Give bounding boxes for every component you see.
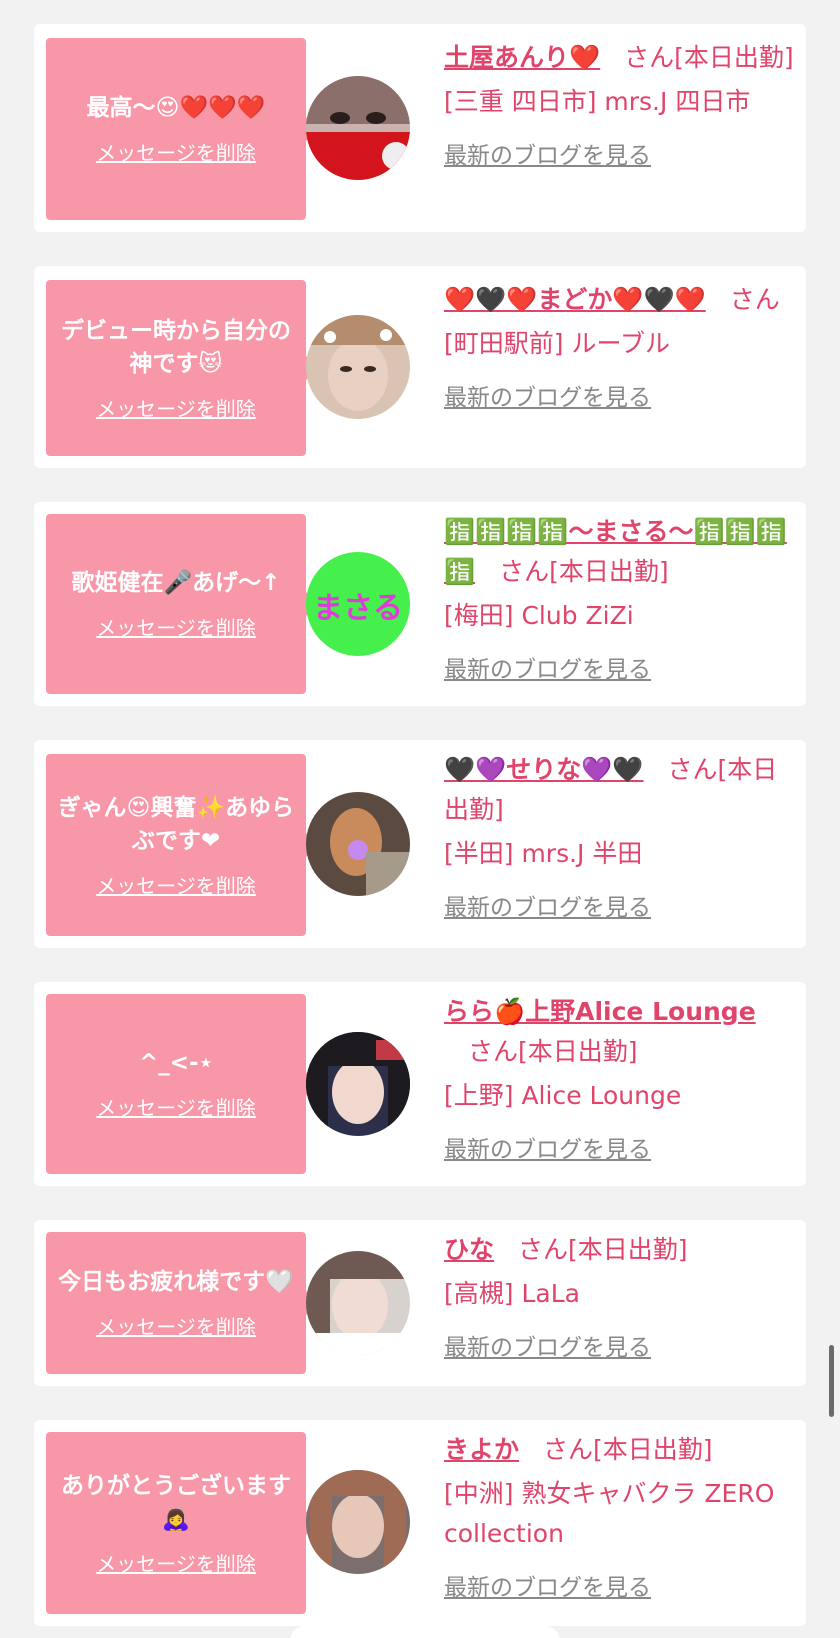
cast-line: 土屋あんり❤️ さん[本日出勤] xyxy=(444,38,798,78)
message-list: 最高〜😍❤️❤️❤️ メッセージを削除 土屋あんり❤️ さん[本日出勤] [三重 … xyxy=(0,0,840,1638)
message-text: ^_<-⋆ xyxy=(139,1050,213,1076)
work-status: [本日出勤] xyxy=(549,557,669,586)
message-text: ぎゃん😍興奮✨あゆらぶです❤ xyxy=(57,794,295,854)
cast-info: きよか さん[本日出勤] [中洲] 熟女キャバクラ ZERO collection… xyxy=(444,1430,798,1602)
message-bubble: デビュー時から自分の神です😻 メッセージを削除 xyxy=(46,280,318,456)
cast-name-link[interactable]: 🖤💜せりな💜🖤 xyxy=(444,755,644,784)
latest-blog-link[interactable]: 最新のブログを見る xyxy=(444,1568,651,1602)
shop-info: [梅田] Club ZiZi xyxy=(444,601,634,630)
message-card: 歌姫健在🎤あげ〜↑ メッセージを削除 まさる 🈯🈯🈯🈯〜まさる〜🈯🈯🈯🈯 さん[本… xyxy=(34,502,806,706)
san-label: さん xyxy=(468,1037,519,1066)
san-label: さん xyxy=(518,1235,569,1264)
cast-line: ❤️🖤❤️まどか❤️🖤❤️ さん xyxy=(444,280,798,320)
san-label: さん xyxy=(499,557,550,586)
cast-avatar[interactable] xyxy=(306,1470,410,1574)
message-card: ありがとうございます🙇‍♀️ メッセージを削除 きよか さん[本日出勤] [中洲]… xyxy=(34,1420,806,1626)
scrollbar[interactable] xyxy=(829,1345,834,1417)
cast-name-link[interactable]: ひな xyxy=(444,1235,494,1264)
latest-blog-link[interactable]: 最新のブログを見る xyxy=(444,1328,651,1362)
work-status: [本日出勤] xyxy=(593,1435,713,1464)
cast-line: 🖤💜せりな💜🖤 さん[本日出勤] xyxy=(444,750,798,830)
latest-blog-link[interactable]: 最新のブログを見る xyxy=(444,888,651,922)
cast-avatar[interactable] xyxy=(306,792,410,896)
cast-line: らら🍎上野Alice Lounge さん[本日出勤] xyxy=(444,992,798,1072)
cast-name-link[interactable]: 土屋あんり❤️ xyxy=(444,43,600,72)
message-bubble: 今日もお疲れ様です🤍 メッセージを削除 xyxy=(46,1232,318,1374)
work-status: [本日出勤] xyxy=(568,1235,688,1264)
shop-info: [高槻] LaLa xyxy=(444,1279,580,1308)
message-card: ^_<-⋆ メッセージを削除 らら🍎上野Alice Lounge さん[本日出勤]… xyxy=(34,982,806,1186)
cast-info: 🖤💜せりな💜🖤 さん[本日出勤] [半田] mrs.J 半田 最新のブログを見る xyxy=(444,750,798,922)
delete-message-link[interactable]: メッセージを削除 xyxy=(96,137,256,166)
shop-info: [中洲] 熟女キャバクラ ZERO collection xyxy=(444,1479,775,1548)
message-text: 今日もお疲れ様です🤍 xyxy=(58,1269,294,1295)
cast-avatar[interactable] xyxy=(306,1251,410,1355)
cast-line: ひな さん[本日出勤] xyxy=(444,1230,798,1270)
message-bubble: ^_<-⋆ メッセージを削除 xyxy=(46,994,318,1174)
message-bubble: 歌姫健在🎤あげ〜↑ メッセージを削除 xyxy=(46,514,318,694)
san-label: さん xyxy=(667,755,718,784)
bottom-bar-edge xyxy=(290,1626,560,1638)
message-card: 今日もお疲れ様です🤍 メッセージを削除 ひな さん[本日出勤] [高槻] LaLa… xyxy=(34,1220,806,1386)
message-text: ありがとうございます🙇‍♀️ xyxy=(61,1472,291,1532)
cast-info: ひな さん[本日出勤] [高槻] LaLa 最新のブログを見る xyxy=(444,1230,798,1362)
cast-info: らら🍎上野Alice Lounge さん[本日出勤] [上野] Alice Lou… xyxy=(444,992,798,1164)
cast-avatar[interactable] xyxy=(306,315,410,419)
shop-info: [三重 四日市] mrs.J 四日市 xyxy=(444,87,751,116)
shop-info: [半田] mrs.J 半田 xyxy=(444,839,643,868)
san-label: さん xyxy=(543,1435,594,1464)
message-card: ぎゃん😍興奮✨あゆらぶです❤ メッセージを削除 🖤💜せりな💜🖤 さん[本日出勤] … xyxy=(34,740,806,948)
cast-avatar[interactable] xyxy=(306,1032,410,1136)
delete-message-link[interactable]: メッセージを削除 xyxy=(96,870,256,899)
latest-blog-link[interactable]: 最新のブログを見る xyxy=(444,1130,651,1164)
cast-line: きよか さん[本日出勤] xyxy=(444,1430,798,1470)
delete-message-link[interactable]: メッセージを削除 xyxy=(96,612,256,641)
cast-name-link[interactable]: ❤️🖤❤️まどか❤️🖤❤️ xyxy=(444,285,706,314)
message-card: デビュー時から自分の神です😻 メッセージを削除 ❤️🖤❤️まどか❤️🖤❤️ さん … xyxy=(34,266,806,468)
svg-text:まさる: まさる xyxy=(313,591,403,626)
cast-avatar[interactable] xyxy=(306,76,410,180)
cast-info: 土屋あんり❤️ さん[本日出勤] [三重 四日市] mrs.J 四日市 最新のブロ… xyxy=(444,38,798,170)
message-bubble: ぎゃん😍興奮✨あゆらぶです❤ メッセージを削除 xyxy=(46,754,318,936)
shop-info: [町田駅前] ルーブル xyxy=(444,329,670,358)
san-label: さん xyxy=(729,285,780,314)
cast-name-link[interactable]: きよか xyxy=(444,1435,519,1464)
message-card: 最高〜😍❤️❤️❤️ メッセージを削除 土屋あんり❤️ さん[本日出勤] [三重 … xyxy=(34,24,806,232)
latest-blog-link[interactable]: 最新のブログを見る xyxy=(444,136,651,170)
message-bubble: 最高〜😍❤️❤️❤️ メッセージを削除 xyxy=(46,38,318,220)
san-label: さん xyxy=(624,43,675,72)
delete-message-link[interactable]: メッセージを削除 xyxy=(96,1092,256,1121)
cast-info: 🈯🈯🈯🈯〜まさる〜🈯🈯🈯🈯 さん[本日出勤] [梅田] Club ZiZi 最新の… xyxy=(444,512,798,684)
latest-blog-link[interactable]: 最新のブログを見る xyxy=(444,650,651,684)
message-text: デビュー時から自分の神です😻 xyxy=(61,317,291,377)
work-status: [本日出勤] xyxy=(674,43,794,72)
cast-info: ❤️🖤❤️まどか❤️🖤❤️ さん [町田駅前] ルーブル 最新のブログを見る xyxy=(444,280,798,412)
cast-line: 🈯🈯🈯🈯〜まさる〜🈯🈯🈯🈯 さん[本日出勤] xyxy=(444,512,798,592)
shop-info: [上野] Alice Lounge xyxy=(444,1081,682,1110)
message-text: 歌姫健在🎤あげ〜↑ xyxy=(71,570,281,596)
message-bubble: ありがとうございます🙇‍♀️ メッセージを削除 xyxy=(46,1432,318,1614)
delete-message-link[interactable]: メッセージを削除 xyxy=(96,1311,256,1340)
delete-message-link[interactable]: メッセージを削除 xyxy=(96,393,256,422)
delete-message-link[interactable]: メッセージを削除 xyxy=(96,1548,256,1577)
work-status: [本日出勤] xyxy=(518,1037,638,1066)
latest-blog-link[interactable]: 最新のブログを見る xyxy=(444,378,651,412)
message-text: 最高〜😍❤️❤️❤️ xyxy=(86,95,266,121)
cast-name-link[interactable]: らら🍎上野Alice Lounge xyxy=(444,997,756,1026)
cast-avatar[interactable]: まさる xyxy=(306,552,410,656)
